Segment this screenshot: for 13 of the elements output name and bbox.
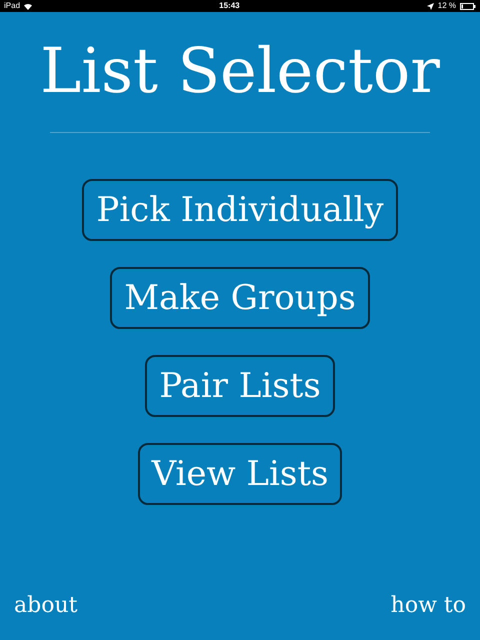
menu-button[interactable]: Pick Individually: [82, 179, 398, 241]
about-link[interactable]: about: [14, 589, 78, 622]
device-name: iPad: [4, 0, 20, 12]
menu-button[interactable]: Make Groups: [110, 267, 370, 329]
battery-percentage: 12 %: [438, 0, 456, 12]
battery-icon: [460, 2, 476, 10]
app-title: List Selector: [40, 40, 440, 102]
wifi-icon: [24, 2, 32, 10]
menu-button[interactable]: Pair Lists: [145, 355, 335, 417]
status-time: 15:43: [219, 0, 240, 12]
location-arrow-icon: [426, 2, 434, 10]
menu-button[interactable]: View Lists: [138, 443, 342, 505]
how-to-link[interactable]: how to: [390, 589, 466, 622]
